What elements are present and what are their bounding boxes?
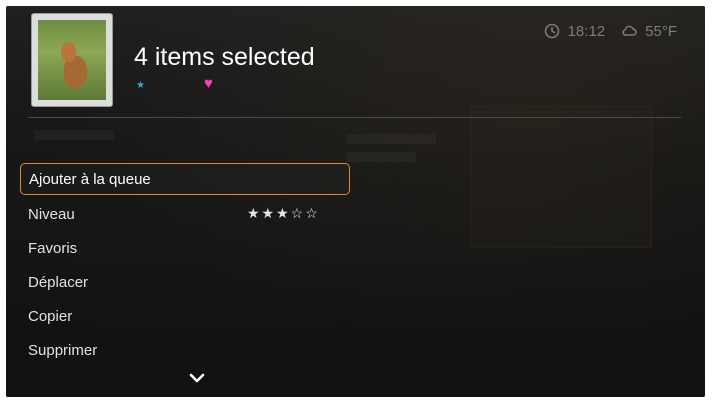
background-text	[34, 130, 114, 140]
menu-item-label: Niveau	[28, 205, 75, 223]
background-text	[346, 152, 416, 162]
menu-item-label: Ajouter à la queue	[29, 170, 151, 188]
screen: 4 items selected ★ ♥ 18:12 55°F Ajouter …	[6, 6, 705, 397]
menu-item-label: Favoris	[28, 239, 78, 257]
status-bar: 18:12 55°F	[544, 20, 677, 42]
chevron-down-icon[interactable]	[189, 372, 205, 384]
menu-item-favorites[interactable]: Favoris	[20, 231, 350, 265]
album-thumbnail	[32, 14, 112, 106]
menu-item-move[interactable]: Déplacer	[20, 265, 350, 299]
weather-temperature: 55°F	[645, 22, 677, 40]
menu-item-label: Supprimer	[28, 341, 98, 359]
menu-item-label: Déplacer	[28, 273, 89, 291]
menu-item-rating[interactable]: Niveau ★★★☆☆	[20, 197, 350, 231]
clock-icon	[544, 23, 559, 39]
heart-tag-icon: ♥	[204, 75, 213, 92]
page-title: 4 items selected	[134, 43, 315, 71]
clock-time: 18:12	[567, 22, 606, 40]
thumbnail-image	[38, 20, 106, 100]
cloud-icon	[622, 25, 637, 36]
rating-stars[interactable]: ★★★☆☆	[247, 205, 320, 222]
options-menu: Ajouter à la queue Niveau ★★★☆☆ Favoris …	[20, 163, 350, 367]
menu-item-delete[interactable]: Supprimer	[20, 333, 350, 367]
menu-item-label: Copier	[28, 307, 73, 325]
star-tag-icon: ★	[136, 80, 145, 91]
menu-item-copy[interactable]: Copier	[20, 299, 350, 333]
menu-item-add-to-queue[interactable]: Ajouter à la queue	[20, 163, 350, 195]
background-preview	[470, 106, 652, 248]
background-text	[346, 134, 436, 144]
header-divider	[28, 117, 681, 118]
